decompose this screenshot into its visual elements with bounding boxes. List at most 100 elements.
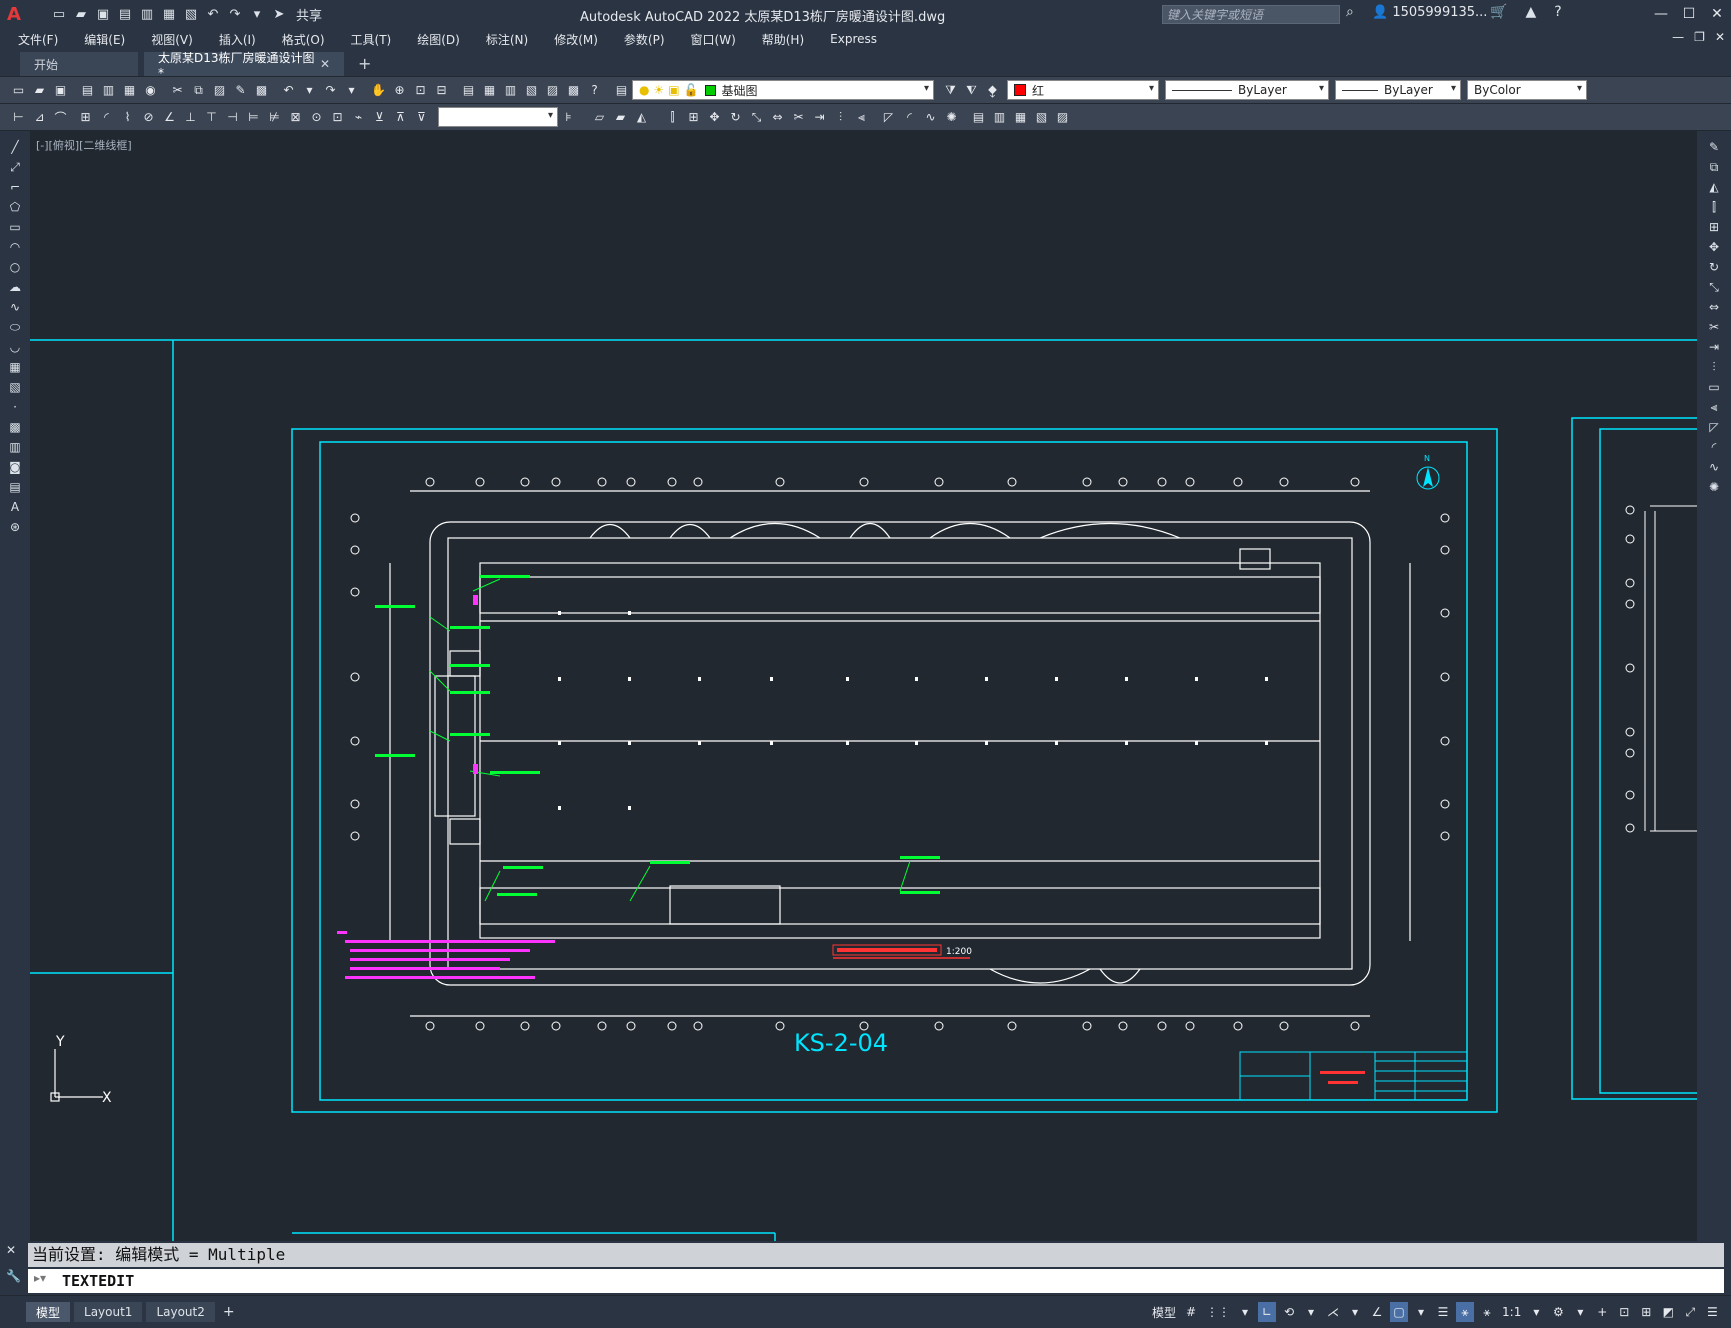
search-icon[interactable]: ⌕ [1346, 4, 1354, 20]
inspection-icon[interactable]: ⊡ [328, 108, 347, 126]
lineweight-icon[interactable]: ☰ [1434, 1302, 1452, 1322]
polar-dropdown-icon[interactable]: ▾ [1302, 1302, 1320, 1322]
gradient-icon[interactable]: ▥ [0, 437, 30, 457]
dim-angular-icon[interactable]: ∠ [160, 108, 179, 126]
annotation-scale[interactable]: 1:1 [1500, 1302, 1523, 1322]
trim-icon[interactable]: ✂ [789, 108, 808, 126]
ellipse-icon[interactable]: ⬭ [0, 317, 30, 337]
calculator-icon[interactable]: ▩ [564, 81, 583, 99]
isodraft-icon[interactable]: ⋌ [1324, 1302, 1342, 1322]
center-mark-icon[interactable]: ⊙ [307, 108, 326, 126]
dim-aligned-icon[interactable]: ⊿ [30, 108, 49, 126]
dim-jogged-icon[interactable]: ⌇ [118, 108, 137, 126]
annotation-visibility-icon[interactable]: ⚹ [1456, 1302, 1475, 1322]
stretch-icon[interactable]: ⇔ [1697, 297, 1731, 317]
clean-screen-icon[interactable]: ⤢ [1681, 1302, 1699, 1322]
redo-icon[interactable]: ↷ [321, 81, 340, 99]
extend-icon[interactable]: ⇥ [810, 108, 829, 126]
undo-icon[interactable]: ↶ [204, 6, 222, 22]
menu-file[interactable]: 文件(F) [0, 31, 71, 48]
chamfer-icon[interactable]: ◸ [1697, 417, 1731, 437]
send-back-icon[interactable]: ▦ [1011, 108, 1030, 126]
command-input[interactable]: TEXTEDIT [28, 1269, 1724, 1293]
save-icon[interactable]: ▣ [51, 81, 70, 99]
offset-icon[interactable]: ⫿ [1697, 197, 1731, 217]
construction-line-icon[interactable]: ⤢ [0, 157, 30, 177]
drawing-canvas[interactable]: [-][俯视][二维线框] 1:200 N Y X KS-2-04 [30, 131, 1697, 1241]
search-input[interactable]: 键入关键字或短语 [1162, 5, 1340, 24]
copy-icon[interactable]: ⧉ [1697, 157, 1731, 177]
menu-dimension[interactable]: 标注(N) [473, 31, 541, 48]
menu-format[interactable]: 格式(O) [269, 31, 338, 48]
undo-dropdown-icon[interactable]: ▾ [300, 81, 319, 99]
menu-express[interactable]: Express [817, 32, 890, 46]
add-selected-icon[interactable]: ⊛ [0, 517, 30, 537]
share-icon[interactable]: ➤ [270, 6, 288, 22]
zoom-previous-icon[interactable]: ⊟ [432, 81, 451, 99]
draworder-icon[interactable]: ▤ [969, 108, 988, 126]
offset-icon[interactable]: ⫿ [663, 108, 682, 126]
tool-palettes-icon[interactable]: ▥ [501, 81, 520, 99]
isodraft-dropdown-icon[interactable]: ▾ [1346, 1302, 1364, 1322]
scale-icon[interactable]: ⤡ [747, 108, 766, 126]
extend-icon[interactable]: ⇥ [1697, 337, 1731, 357]
menu-edit[interactable]: 编辑(E) [71, 31, 138, 48]
autodesk-app-icon[interactable]: ▲ [1525, 4, 1536, 20]
blend-icon[interactable]: ∿ [921, 108, 940, 126]
break-at-point-icon[interactable]: ⫶ [1697, 357, 1731, 377]
open-icon[interactable]: ▰ [30, 81, 49, 99]
tab-model[interactable]: 模型 [26, 1302, 71, 1322]
paste-icon[interactable]: ▨ [210, 81, 229, 99]
menu-view[interactable]: 视图(V) [138, 31, 206, 48]
minimize-button[interactable]: — [1647, 0, 1675, 28]
move-icon[interactable]: ✥ [1697, 237, 1731, 257]
save-web-icon[interactable]: ▦ [160, 6, 178, 22]
menu-modify[interactable]: 修改(M) [541, 31, 611, 48]
units-icon[interactable]: ⊡ [1615, 1302, 1633, 1322]
table-icon[interactable]: ▤ [0, 477, 30, 497]
help-icon[interactable]: ? [1554, 4, 1561, 20]
redo-icon[interactable]: ↷ [226, 6, 244, 22]
dim-baseline-icon[interactable]: ⊤ [202, 108, 221, 126]
dim-edit-icon[interactable]: ⊻ [370, 108, 389, 126]
hatch-back-icon[interactable]: ▨ [1053, 108, 1072, 126]
stretch-icon[interactable]: ⇔ [768, 108, 787, 126]
erase-icon[interactable]: ▱ [590, 108, 609, 126]
new-file-icon[interactable]: ▭ [50, 6, 68, 22]
move-icon[interactable]: ✥ [705, 108, 724, 126]
dim-arc-icon[interactable]: ⌒ [51, 108, 70, 126]
fillet-icon[interactable]: ◜ [1697, 437, 1731, 457]
design-center-icon[interactable]: ▦ [480, 81, 499, 99]
share-button[interactable]: 共享 [296, 5, 322, 24]
explode-icon[interactable]: ✺ [942, 108, 961, 126]
doc-minimize-button[interactable]: — [1672, 30, 1684, 44]
dim-update-icon[interactable]: ⊽ [412, 108, 431, 126]
point-icon[interactable]: · [0, 397, 30, 417]
object-snap-tracking-icon[interactable]: ∠ [1368, 1302, 1386, 1322]
polygon-icon[interactable]: ⬠ [0, 197, 30, 217]
dim-space-icon[interactable]: ⊨ [244, 108, 263, 126]
properties-icon[interactable]: ▤ [459, 81, 478, 99]
layer-previous-icon[interactable]: ⧨ [962, 81, 981, 99]
zoom-window-icon[interactable]: ⊡ [411, 81, 430, 99]
ortho-icon[interactable]: ∟ [1258, 1302, 1277, 1322]
copy-object-icon[interactable]: ▰ [611, 108, 630, 126]
undo-icon[interactable]: ↶ [279, 81, 298, 99]
workspace-dropdown-icon[interactable]: ▾ [1571, 1302, 1589, 1322]
layer-state-icon[interactable]: ⧪ [983, 81, 1002, 99]
grid-icon[interactable]: # [1182, 1302, 1200, 1322]
plot-preview-icon[interactable]: ▥ [99, 81, 118, 99]
hatch-icon[interactable]: ▩ [0, 417, 30, 437]
open-web-icon[interactable]: ▥ [138, 6, 156, 22]
dim-break-icon[interactable]: ⊭ [265, 108, 284, 126]
command-close-icon[interactable]: ✕ [6, 1243, 16, 1257]
revcloud-icon[interactable]: ☁ [0, 277, 30, 297]
rectangle-icon[interactable]: ▭ [0, 217, 30, 237]
customization-icon[interactable]: ☰ [1703, 1302, 1721, 1322]
text-front-icon[interactable]: ▧ [1032, 108, 1051, 126]
save-as-icon[interactable]: ▤ [116, 6, 134, 22]
open-file-icon[interactable]: ▰ [72, 6, 90, 22]
doc-restore-button[interactable]: ❐ [1694, 30, 1705, 44]
dim-diameter-icon[interactable]: ⊘ [139, 108, 158, 126]
tab-layout2[interactable]: Layout2 [146, 1302, 215, 1322]
